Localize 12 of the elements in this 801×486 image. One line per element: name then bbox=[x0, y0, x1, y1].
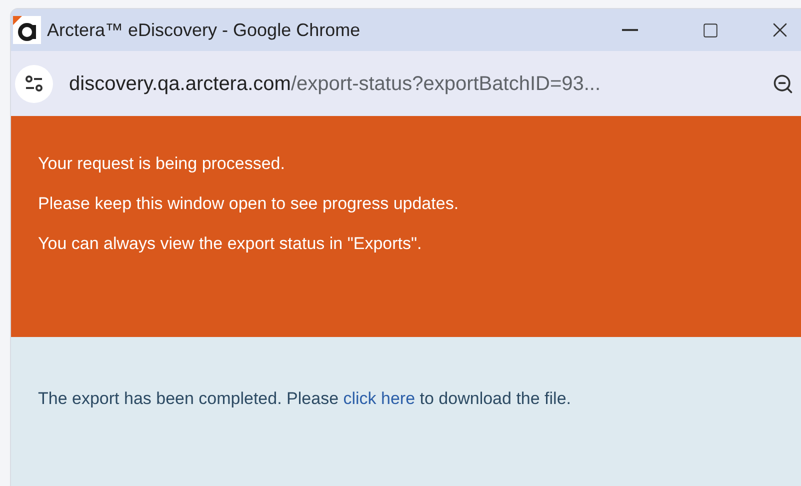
minimize-icon bbox=[622, 29, 638, 31]
maximize-icon bbox=[702, 22, 718, 38]
zoom-out-icon[interactable] bbox=[772, 72, 794, 94]
banner-text: Your request is being processed. bbox=[38, 154, 286, 174]
url-text[interactable]: discovery.qa.arctera.com/export-status?exportBatchID=93... bbox=[69, 68, 601, 98]
download-link[interactable]: click here bbox=[343, 389, 416, 408]
completion-message: The export has been completed. Please click here to download the file. bbox=[38, 388, 572, 410]
site-settings-icon[interactable] bbox=[15, 64, 53, 102]
window-title: Arctera™ eDiscovery - Google Chrome bbox=[47, 18, 360, 42]
banner-text: You can always view the export status in "Exports". bbox=[38, 234, 423, 254]
app-logo-icon bbox=[13, 16, 41, 44]
banner-text: Please keep this window open to see progress updates. bbox=[38, 194, 460, 214]
